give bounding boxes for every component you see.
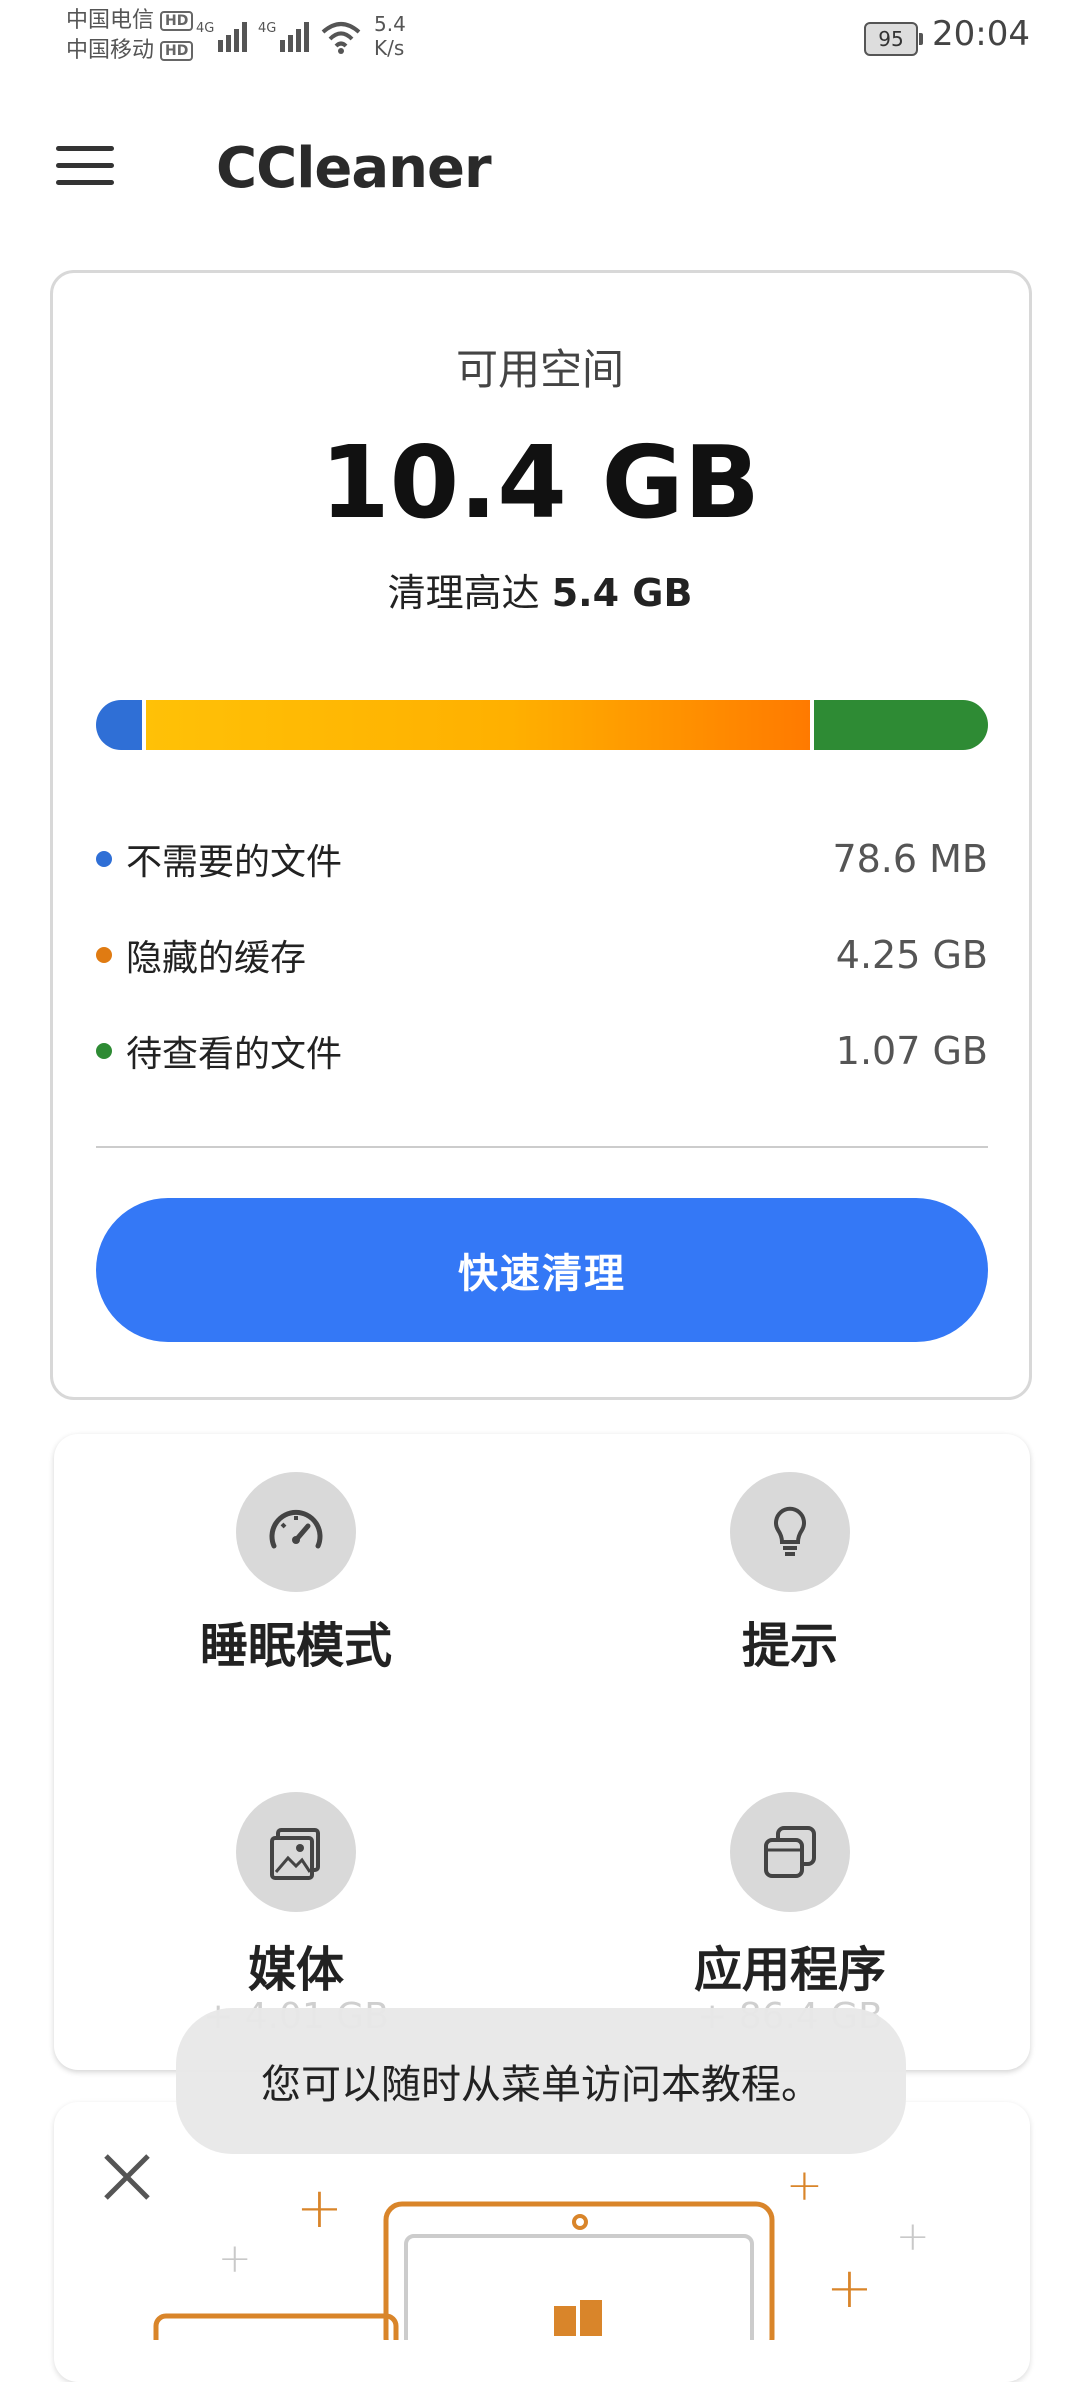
storage-bar-junk [96,700,142,750]
carrier-2: 中国移动 [66,38,155,63]
speedometer-icon [236,1472,356,1592]
storage-bar-review [814,700,988,750]
available-space-value: 10.4 GB [320,424,760,541]
clean-up-prefix: 清理高达 [387,571,540,615]
battery-indicator: 95 [864,22,923,56]
speed-unit: K/s [374,36,405,60]
close-icon[interactable] [98,2148,156,2206]
plus-decoration-icon: + [896,2214,930,2260]
legend-item-junk[interactable]: 不需要的文件 78.6 MB [96,834,988,884]
legend-dot [96,1043,112,1059]
legend-value: 78.6 MB [832,837,988,881]
signal-icon-1: 4G [196,21,247,52]
speed-value: 5.4 [374,12,406,36]
battery-level: 95 [878,27,904,51]
available-space-label: 可用空间 [455,345,624,394]
svg-text:4G: 4G [258,21,276,36]
image-icon [236,1792,356,1912]
carrier-1: 中国电信 [66,8,155,33]
signal-icon-2: 4G [258,21,309,52]
clean-up-summary: 清理高达 5.4 GB [0,562,1080,617]
tutorial-illustration-icon [153,2201,775,2340]
legend-dot [96,947,112,963]
tips-tile[interactable] [730,1472,850,1592]
legend-value: 4.25 GB [835,933,988,977]
legend-item-review[interactable]: 待查看的文件 1.07 GB [96,1026,988,1076]
clean-up-amount: 5.4 GB [551,571,693,615]
legend-dot [96,851,112,867]
wifi-icon [321,22,361,54]
apps-tile[interactable] [730,1792,850,1912]
menu-icon[interactable] [56,146,114,190]
legend-item-cache[interactable]: 隐藏的缓存 4.25 GB [96,930,988,980]
divider [96,1146,988,1148]
legend-label: 待查看的文件 [126,1034,343,1075]
media-tile[interactable] [236,1792,356,1912]
clock: 20:04 [932,14,1030,54]
quick-clean-button[interactable]: 快速清理 [96,1198,988,1342]
apps-label: 应用程序 [693,1942,886,1998]
hd-badge: HD [160,11,194,31]
sleep-mode-tile[interactable] [236,1472,356,1592]
legend-label: 隐藏的缓存 [126,938,307,979]
storage-bar-cache [146,700,810,750]
sleep-mode-label: 睡眠模式 [199,1618,392,1674]
media-label: 媒体 [247,1942,344,1998]
legend-value: 1.07 GB [835,1029,988,1073]
legend-label: 不需要的文件 [126,842,343,883]
apps-icon [730,1792,850,1912]
toast-message: 您可以随时从菜单访问本教程。 [176,2008,906,2154]
hd-badge: HD [160,41,194,61]
status-bar-carriers: 中国电信 HD 中国移动 HD [66,6,194,66]
app-title: CCleaner [216,136,492,201]
plus-decoration-icon: + [826,2256,873,2321]
tips-label: 提示 [741,1618,838,1674]
lightbulb-icon [730,1472,850,1592]
svg-text:4G: 4G [196,21,214,36]
plus-decoration-icon: + [786,2160,823,2211]
network-speed: 5.4 K/s [374,12,406,60]
